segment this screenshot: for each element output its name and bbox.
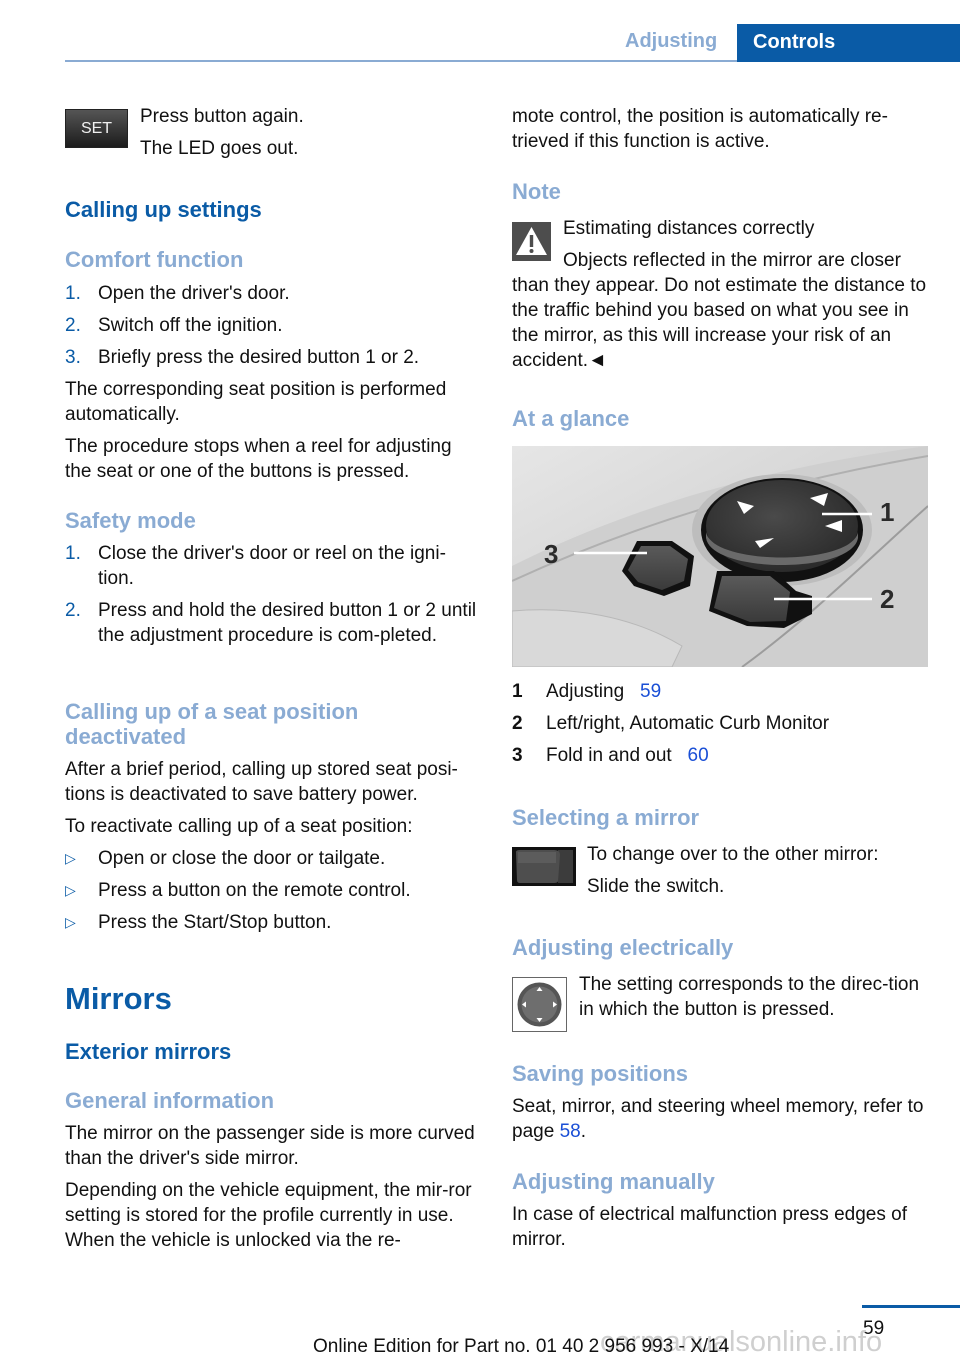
list-item: 2. Press and hold the desired button 1 or…: [65, 598, 477, 648]
step-text: Press and hold the desired button 1 or 2…: [98, 600, 477, 646]
reactivate-bullets: ▷ Open or close the door or tailgate. ▷ Pr…: [65, 846, 480, 935]
set-line-1: Press button again.: [140, 106, 304, 127]
page-link-58[interactable]: 58: [560, 1121, 581, 1142]
list-item: ▷ Press a button on the remote control.: [65, 878, 480, 903]
heading-mirrors: Mirrors: [65, 981, 172, 1016]
legend-label: Fold in and out: [546, 745, 672, 766]
list-item: 2. Switch off the ignition.: [65, 313, 475, 338]
comfort-paragraph-2: The procedure stops when a reel for adju…: [65, 436, 452, 482]
step-number: 2.: [65, 600, 81, 621]
list-item: 3. Briefly press the desired button 1 or …: [65, 345, 475, 370]
callout-1: 1: [880, 497, 894, 527]
bullet-text: Open or close the door or tailgate.: [98, 848, 386, 869]
comfort-paragraph-1: The corresponding seat position is perfo…: [65, 379, 447, 425]
heading-safety-mode: Safety mode: [65, 508, 196, 533]
page-link[interactable]: 59: [640, 681, 661, 702]
reactivate-intro: To reactivate calling up of a seat posit…: [65, 816, 413, 837]
header-rule: [65, 60, 737, 62]
selecting-line-1: To change over to the other mirror:: [587, 844, 879, 865]
heading-calling-up-settings: Calling up settings: [65, 197, 262, 222]
bullet-triangle-icon: ▷: [65, 914, 76, 930]
heading-comfort-function: Comfort function: [65, 247, 244, 272]
footer-rule: [862, 1305, 960, 1308]
step-text: Briefly press the desired button 1 or 2.: [98, 347, 420, 368]
heading-seat-position-deactivated: Calling up of a seat position deactivate…: [65, 699, 359, 749]
comfort-steps: 1. Open the driver's door. 2. Switch off t…: [65, 281, 475, 370]
set-line-2: The LED goes out.: [140, 138, 299, 159]
legend-number: 1: [512, 681, 523, 702]
deactivated-paragraph: After a brief period, calling up stored …: [65, 759, 458, 805]
step-number: 2.: [65, 315, 81, 336]
heading-exterior-mirrors: Exterior mirrors: [65, 1039, 232, 1064]
step-number: 1.: [65, 543, 81, 564]
heading-selecting-mirror: Selecting a mirror: [512, 805, 700, 830]
callout-3: 3: [544, 539, 558, 569]
manually-text: In case of electrical malfunction press …: [512, 1204, 907, 1250]
continued-paragraph: mote control, the position is automatica…: [512, 106, 888, 152]
step-number: 3.: [65, 347, 81, 368]
mirror-joystick-icon: [512, 977, 567, 1032]
legend-text: Adjusting 59: [546, 679, 661, 704]
bullet-triangle-icon: ▷: [65, 882, 76, 898]
legend-label: Adjusting: [546, 681, 625, 702]
list-item: 1. Open the driver's door.: [65, 281, 475, 306]
heading-adjusting-electrically: Adjusting electrically: [512, 935, 734, 960]
tab-controls[interactable]: Controls: [737, 24, 960, 62]
general-paragraph-2: Depending on the vehicle equipment, the …: [65, 1180, 472, 1251]
saving-text-end: .: [580, 1121, 586, 1142]
heading-saving-positions: Saving positions: [512, 1061, 689, 1086]
step-text: Open the driver's door.: [98, 283, 290, 304]
heading-note: Note: [512, 179, 561, 204]
general-paragraph-1: The mirror on the passenger side is more…: [65, 1123, 475, 1169]
step-number: 1.: [65, 283, 81, 304]
step-text: Close the driver's door or reel on the i…: [98, 543, 446, 589]
bullet-text: Press the Start/Stop button.: [98, 912, 332, 933]
legend-text: Fold in and out 60: [546, 743, 709, 768]
mirror-switch-icon: [512, 847, 576, 886]
legend-label: Left/right, Automatic Curb Monitor: [546, 713, 830, 734]
callout-2: 2: [880, 584, 894, 614]
selecting-line-2: Slide the switch.: [587, 876, 725, 897]
page-link[interactable]: 60: [688, 745, 709, 766]
step-text: Switch off the ignition.: [98, 315, 283, 336]
footer-edition: Online Edition for Part no. 01 40 2 956 …: [313, 1336, 730, 1357]
tab-adjusting[interactable]: Adjusting: [625, 30, 717, 53]
legend-number: 2: [512, 713, 523, 734]
safety-steps: 1. Close the driver's door or reel on the…: [65, 541, 477, 648]
list-item: ▷ Press the Start/Stop button.: [65, 910, 480, 935]
heading-adjusting-manually: Adjusting manually: [512, 1169, 715, 1194]
list-item: 1. Close the driver's door or reel on the…: [65, 541, 477, 591]
list-item: ▷ Open or close the door or tailgate.: [65, 846, 480, 871]
electrically-text: The setting corresponds to the direc-tio…: [579, 974, 920, 1020]
heading-general-information: General information: [65, 1088, 275, 1113]
set-icon-label: SET: [80, 119, 113, 137]
heading-at-a-glance: At a glance: [512, 406, 630, 431]
legend-text: Left/right, Automatic Curb Monitor: [546, 711, 829, 736]
set-button-icon: SET: [65, 109, 128, 148]
bullet-triangle-icon: ▷: [65, 850, 76, 866]
mirror-controls-photo: 1 2 3: [512, 446, 928, 667]
legend-number: 3: [512, 745, 523, 766]
bullet-text: Press a button on the remote control.: [98, 880, 411, 901]
note-title: Estimating distances correctly: [563, 218, 815, 239]
note-body: Objects reflected in the mirror are clos…: [512, 250, 927, 371]
saving-text: Seat, mirror, and steering wheel memory,…: [512, 1094, 930, 1144]
